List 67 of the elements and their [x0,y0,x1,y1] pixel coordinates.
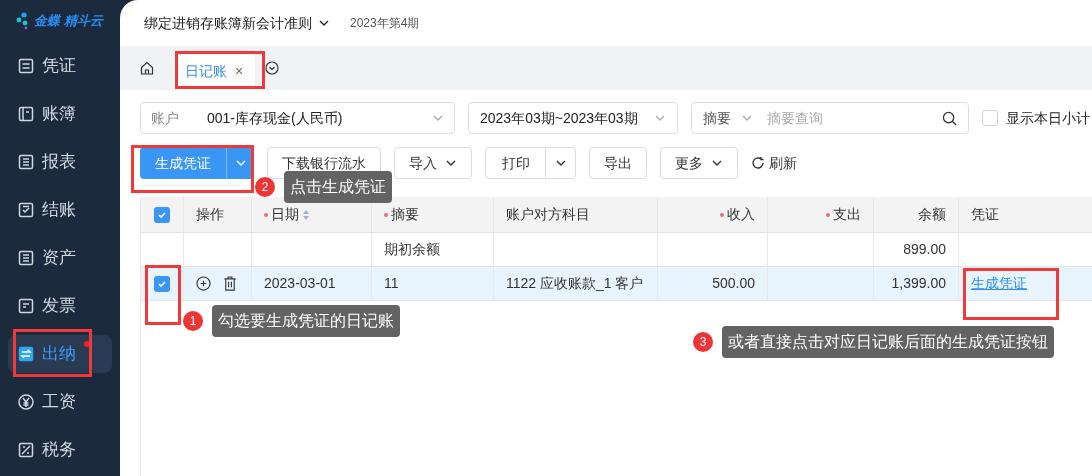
book-selector[interactable]: 绑定进销存账簿新会计准则 [144,12,330,34]
column-header: 操作 [196,205,224,224]
table-cell-text: 1,399.00 [891,274,946,293]
book-icon [18,106,34,122]
search-field[interactable]: 摘要 摘要查询 [691,102,969,134]
callout-tooltip: 或者直接点击对应日记账后面的生成凭证按钮 [722,326,1054,358]
dropdown-button[interactable]: 导入 [394,147,472,179]
column-header: 支出 [826,204,861,225]
table-cell-text: 11 [384,274,399,293]
sidebar-item[interactable]: 工资 [8,383,112,421]
table-cell-text: 899.00 [903,240,946,259]
sidebar-item[interactable]: 资产 [8,239,112,277]
sidebar-item[interactable]: 发票 [8,287,112,325]
list-icon [18,58,34,74]
required-asterisk-icon [264,212,268,217]
toolbar-button[interactable]: 导出 [589,147,647,179]
row-checkbox[interactable] [154,275,170,292]
highlight-frame [145,265,181,325]
close-tab-button[interactable]: × [235,60,244,82]
document-icon [18,250,34,266]
required-asterisk-icon [384,212,388,217]
callout-tooltip: 勾选要生成凭证的日记账 [212,305,400,337]
column-header: 凭证 [971,205,999,224]
sidebar-item[interactable]: 凭证 [8,47,112,85]
refresh-icon [751,156,765,170]
check-icon [157,278,167,289]
select-all-checkbox[interactable] [154,206,170,223]
callout-tooltip: 点击生成凭证 [284,171,392,203]
add-icon[interactable] [196,276,211,291]
sidebar-item[interactable]: 出纳 [8,335,112,373]
sidebar-item[interactable]: 报表 [8,143,112,181]
table-cell-text: 期初余额 [384,240,440,259]
table-cell-text: 2023-03-01 [264,274,336,293]
yen-icon [18,394,34,410]
sidebar-item[interactable]: 税务 [8,431,112,469]
refresh-button[interactable]: 刷新 [751,147,797,179]
account-select[interactable]: 账户 001-库存现金(人民币) [140,102,455,134]
search-input[interactable]: 摘要查询 [767,107,942,129]
exchange-icon [18,346,34,362]
sidebar-item[interactable]: 账簿 [8,95,112,133]
search-icon[interactable] [942,110,957,126]
column-header: 日期 [264,204,310,225]
receipt-icon [18,298,34,314]
column-header: 账户对方科目 [506,205,590,224]
required-asterisk-icon [720,212,724,217]
column-header: 收入 [720,204,755,225]
column-header: 余额 [918,205,946,224]
sidebar-item[interactable]: 结账 [8,191,112,229]
home-icon[interactable] [140,61,154,75]
print-button[interactable]: 打印 [485,147,576,179]
trash-icon[interactable] [223,276,237,291]
dropdown-button[interactable]: 更多 [660,147,738,179]
period-select[interactable]: 2023年03期~2023年03期 [468,102,678,134]
logo-text: 金蝶 精斗云 [34,12,103,31]
checkbox-label: 显示本日小计 [1006,108,1090,128]
table-cell-text: 1122 应收账款_1 客户 [506,274,644,293]
table-cell-text: 500.00 [712,274,755,293]
percent-icon [18,442,34,458]
checkbox[interactable] [982,110,998,126]
more-tabs-icon[interactable] [265,61,280,75]
document-icon [18,154,34,170]
required-asterisk-icon [826,212,830,217]
logo-icon [16,12,30,30]
checklist-icon [18,202,34,218]
check-icon [157,209,167,220]
column-header: 摘要 [384,204,419,225]
period-label: 2023年第4期 [350,15,420,32]
